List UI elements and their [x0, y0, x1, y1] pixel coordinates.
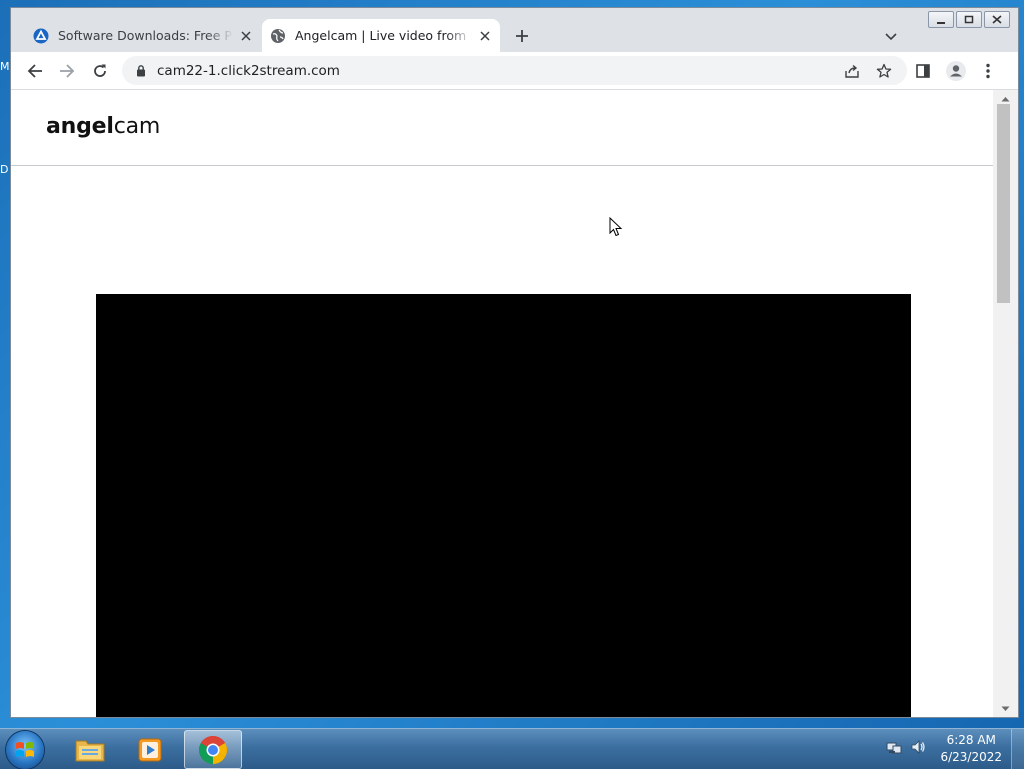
desktop-icon-label-fragment[interactable]: D: [0, 163, 8, 176]
back-button[interactable]: [22, 58, 48, 84]
tab-title: Software Downloads: Free Progra: [58, 28, 233, 43]
browser-window: Software Downloads: Free Progra Angelcam…: [11, 8, 1018, 717]
close-icon: [241, 30, 251, 41]
scroll-down-button[interactable]: [1001, 704, 1010, 713]
new-tab-button[interactable]: [511, 25, 533, 47]
tab-search-button[interactable]: [880, 26, 902, 48]
side-panel-button[interactable]: [910, 58, 936, 84]
reload-button[interactable]: [87, 58, 113, 84]
arrow-left-icon: [27, 64, 42, 78]
video-player[interactable]: [96, 294, 911, 717]
windows-logo-icon: [16, 742, 34, 757]
globe-icon: [270, 28, 286, 44]
share-button[interactable]: [839, 58, 865, 84]
taskbar-explorer[interactable]: [62, 730, 118, 767]
lock-icon[interactable]: [134, 64, 148, 77]
taskbar-media-player[interactable]: [122, 730, 178, 767]
start-button[interactable]: [6, 731, 44, 769]
reload-icon: [94, 64, 106, 77]
page-scrollbar[interactable]: [993, 90, 1018, 717]
folder-icon: [75, 740, 105, 761]
kebab-menu-icon: [986, 63, 990, 79]
clock-date: 6/23/2022: [940, 750, 1002, 764]
tab-title: Angelcam | Live video from LQ-C: [295, 28, 472, 43]
bookmark-button[interactable]: [871, 58, 897, 84]
triangle-down-icon: [1001, 706, 1010, 711]
chevron-down-icon: [885, 33, 897, 41]
browser-toolbar: cam22-1.click2stream.com: [11, 52, 1018, 90]
tab-angelcam[interactable]: Angelcam | Live video from LQ-C: [262, 19, 500, 52]
logo-light-text: cam: [113, 114, 161, 139]
taskbar-chrome[interactable]: [184, 730, 242, 769]
download-site-favicon-icon: [33, 28, 49, 44]
mouse-cursor-icon: [609, 217, 623, 237]
media-player-icon: [138, 738, 162, 761]
profile-button[interactable]: [943, 58, 969, 84]
tab-software-downloads[interactable]: Software Downloads: Free Progra: [25, 19, 261, 52]
address-bar[interactable]: cam22-1.click2stream.com: [122, 56, 907, 85]
clock-time: 6:28 AM: [946, 733, 996, 747]
star-icon: [876, 63, 892, 78]
close-tab-button[interactable]: [237, 27, 255, 45]
header-divider: [11, 165, 993, 166]
profile-icon: [946, 61, 966, 81]
network-icon[interactable]: [886, 739, 902, 759]
url-text: cam22-1.click2stream.com: [157, 62, 340, 79]
angelcam-logo[interactable]: angelcam: [46, 114, 160, 139]
side-panel-icon: [916, 64, 930, 78]
logo-bold-text: angel: [46, 114, 114, 139]
close-tab-button[interactable]: [476, 27, 494, 45]
forward-button[interactable]: [54, 58, 80, 84]
triangle-up-icon: [1001, 96, 1010, 101]
volume-icon[interactable]: [910, 739, 926, 759]
scroll-thumb[interactable]: [997, 104, 1010, 303]
desktop-icon-label-fragment[interactable]: M: [0, 60, 10, 73]
tab-strip: Software Downloads: Free Progra Angelcam…: [11, 19, 1018, 52]
arrow-right-icon: [60, 64, 75, 78]
scroll-up-button[interactable]: [1001, 94, 1010, 103]
taskbar: 6:28 AM 6/23/2022: [0, 728, 1024, 769]
system-tray: 6:28 AM 6/23/2022: [886, 729, 1024, 769]
show-desktop-button[interactable]: [1011, 729, 1024, 769]
chrome-menu-button[interactable]: [975, 58, 1001, 84]
plus-icon: [516, 30, 528, 42]
share-icon: [845, 64, 859, 78]
close-icon: [480, 30, 490, 41]
web-page: angelcam: [11, 90, 993, 717]
chrome-icon: [199, 735, 227, 764]
taskbar-clock[interactable]: 6:28 AM 6/23/2022: [940, 732, 1002, 766]
